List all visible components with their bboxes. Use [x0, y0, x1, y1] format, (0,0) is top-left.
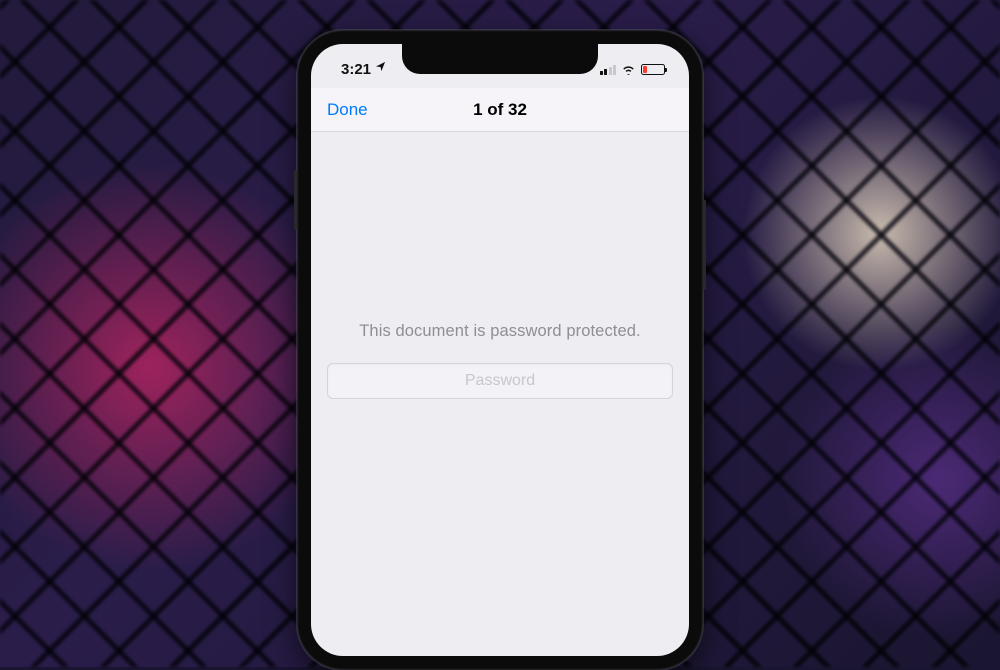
notch	[402, 44, 598, 74]
password-protected-message: This document is password protected.	[359, 322, 640, 341]
status-time: 3:21	[341, 61, 371, 78]
phone-frame: 3:21	[297, 30, 703, 670]
location-icon	[375, 61, 386, 75]
page-title: 1 of 32	[473, 100, 527, 120]
navigation-bar: Done 1 of 32	[311, 88, 689, 132]
password-input[interactable]: Password	[327, 363, 673, 399]
status-bar-left: 3:21	[331, 55, 386, 78]
status-bar-right	[600, 58, 670, 75]
password-placeholder: Password	[465, 372, 535, 390]
battery-fill	[643, 66, 647, 73]
wifi-icon	[621, 64, 636, 75]
document-content: This document is password protected. Pas…	[311, 132, 689, 656]
cellular-signal-icon	[600, 64, 617, 75]
done-button[interactable]: Done	[327, 100, 368, 120]
battery-icon	[641, 64, 665, 75]
phone-screen: 3:21	[311, 44, 689, 656]
